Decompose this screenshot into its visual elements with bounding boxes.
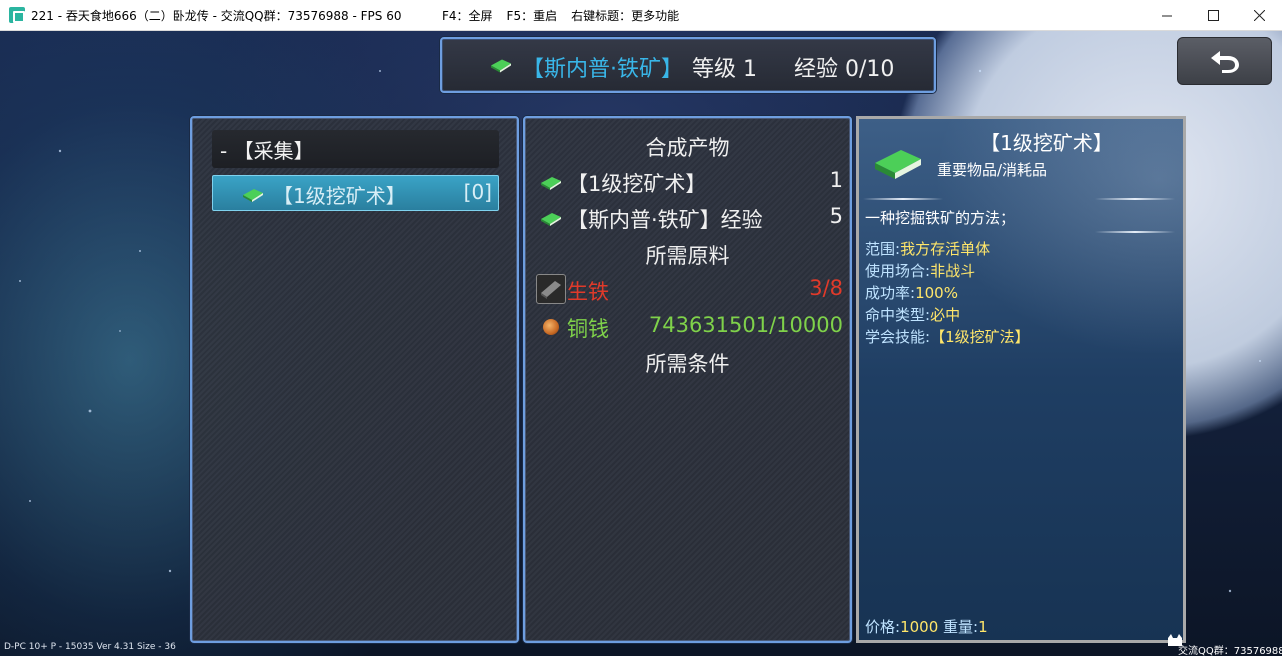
product-label: 【1级挖矿术】 [567,172,707,196]
item-info-panel: 【1级挖矿术】 重要物品/消耗品 一种挖掘铁矿的方法； 范围:我方存活单体 使用… [856,116,1186,643]
item-price-weight: 价格:1000 重量:1 [865,618,988,636]
window-title: 221 - 吞天食地666（二）卧龙传 - 交流QQ群：73576988 - F… [31,8,402,23]
title-hints: F4：全屏 F5：重启 右键标题：更多功能 [442,0,679,31]
item-type: 重要物品/消耗品 [937,161,1048,179]
skill-item-mining[interactable]: 【1级挖矿术】 [0] [212,175,499,211]
header-level: 等级 1 [692,57,757,82]
material-value: 743631501/10000 [648,313,843,337]
more-functions-hint: 右键标题：更多功能 [571,9,680,23]
stat-usage: 使用场合:非战斗 [865,262,976,280]
product-row: 【斯内普·铁矿】经验 5 [535,202,843,234]
header-exp: 经验 0/10 [794,57,895,82]
product-value: 1 [829,168,843,192]
stat-hit-type: 命中类型:必中 [865,306,961,324]
material-row-iron: 生铁 3/8 [535,274,843,306]
iron-ingot-icon [536,274,566,304]
material-row-copper: 铜钱 743631501/10000 [535,311,843,343]
item-description: 一种挖掘铁矿的方法； [865,209,1016,227]
green-book-icon [243,189,263,202]
skill-header: 【斯内普·铁矿】 等级 1 经验 0/10 [440,37,936,93]
material-value: 3/8 [809,276,843,300]
category-gathering[interactable]: - 【采集】 [212,130,499,168]
minimize-icon [1161,15,1172,17]
skill-item-count: [0] [463,180,492,204]
minimize-button[interactable] [1144,0,1190,31]
window-titlebar[interactable]: 221 - 吞天食地666（二）卧龙传 - 交流QQ群：73576988 - F… [0,0,1282,31]
item-name: 【1级挖矿术】 [980,131,1113,155]
material-label: 铜钱 [567,317,609,341]
materials-title: 所需原料 [645,244,730,268]
material-label: 生铁 [567,280,609,304]
product-row: 【1级挖矿术】 1 [535,166,843,198]
fullscreen-hint: F4：全屏 [442,9,493,23]
green-book-icon [491,59,511,73]
header-skill-name: 【斯内普·铁矿】 [522,57,683,82]
maximize-button[interactable] [1190,0,1236,31]
divider [863,198,943,200]
back-arrow-icon [1210,51,1239,73]
divider [1095,198,1175,200]
conditions-title: 所需条件 [645,352,730,376]
product-label: 【斯内普·铁矿】经验 [567,208,763,232]
products-title: 合成产物 [645,136,730,160]
qq-group-footer: 交流QQ群：73576988 [1178,646,1282,656]
skill-list-panel: - 【采集】 【1级挖矿术】 [0] [190,116,519,643]
copper-coin-icon [543,319,559,335]
green-book-icon [541,213,561,226]
stat-learned-skill: 学会技能:【1级挖矿法】 [865,328,1030,346]
recipe-panel: 合成产物 【1级挖矿术】 1 【斯内普·铁矿】经验 5 所需原料 生铁 3/8 … [523,116,852,643]
debug-info: D-PC 10+ P - 15035 Ver 4.31 Size - 36 [4,642,176,652]
divider [1095,231,1175,233]
product-value: 5 [829,204,843,228]
game-background: - 【采集】 【1级挖矿术】 [0] 合成产物 【1级挖矿术】 1 【斯内普·铁… [0,31,1282,656]
stat-success-rate: 成功率:100% [865,284,958,302]
skill-item-name: 【1级挖矿术】 [273,184,406,208]
green-book-icon [875,150,921,179]
green-book-icon [541,177,561,190]
close-button[interactable] [1236,0,1282,31]
restart-hint: F5：重启 [506,9,558,23]
app-icon [9,7,25,23]
close-icon [1253,10,1265,21]
maximize-icon [1207,10,1219,21]
back-button[interactable] [1177,37,1272,85]
stat-range: 范围:我方存活单体 [865,240,991,258]
